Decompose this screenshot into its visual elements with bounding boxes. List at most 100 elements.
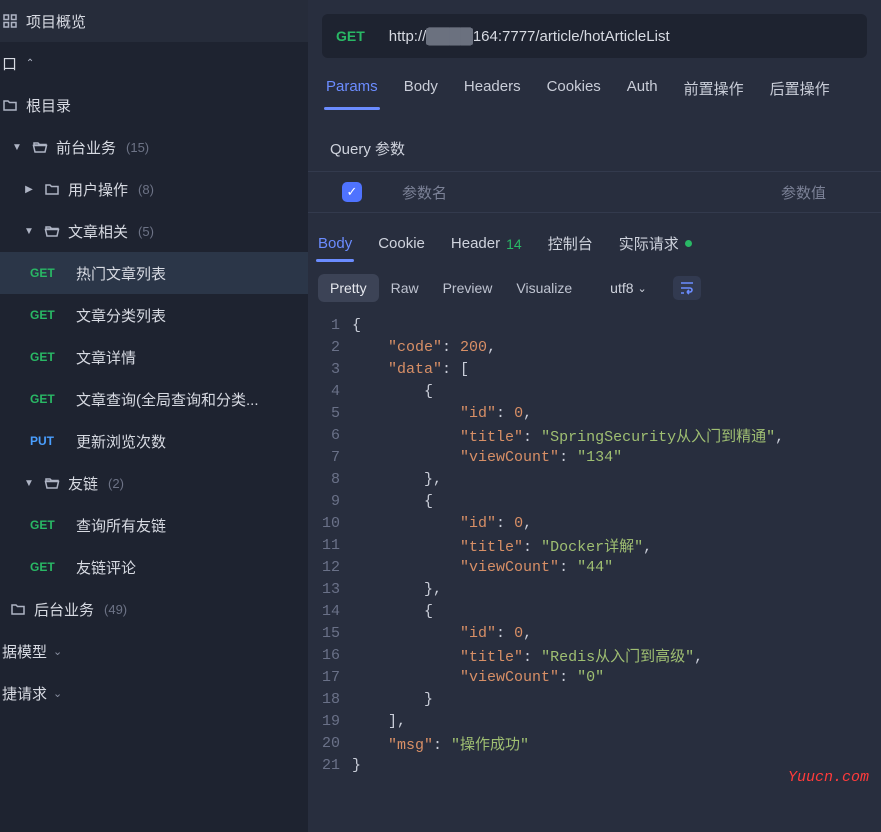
resp-tab-cookie[interactable]: Cookie [376, 229, 427, 260]
line-number: 12 [308, 559, 352, 576]
folder-icon [44, 181, 60, 197]
code-line: 11 "title": "Docker详解", [308, 534, 881, 556]
view-controls: Pretty Raw Preview Visualize utf8 ⌄ [308, 266, 881, 310]
main-panel: GET http://████164:7777/article/hotArtic… [308, 0, 881, 832]
api-item-article-query[interactable]: GET 文章查询(全局查询和分类... [0, 378, 308, 420]
sidebar-item-links[interactable]: 友链 (2) [0, 462, 308, 504]
line-number: 19 [308, 713, 352, 730]
code-content: }, [352, 471, 442, 488]
param-value-header[interactable]: 参数值 [781, 182, 881, 203]
sidebar-section-interface[interactable]: 口 ⌃ [0, 42, 308, 84]
request-method[interactable]: GET [336, 28, 365, 44]
sidebar-item-overview[interactable]: 项目概览 [0, 0, 308, 42]
code-line: 14 { [308, 600, 881, 622]
code-line: 5 "id": 0, [308, 402, 881, 424]
tab-cookies[interactable]: Cookies [545, 72, 603, 109]
sidebar-item-frontend[interactable]: 前台业务 (15) [0, 126, 308, 168]
line-number: 20 [308, 735, 352, 752]
resp-tab-header[interactable]: Header 14 [449, 229, 524, 260]
code-content: "id": 0, [352, 625, 532, 642]
folder-icon [10, 601, 26, 617]
sidebar-item-root[interactable]: 根目录 [0, 84, 308, 126]
chevron-down-icon[interactable]: ⌄ [53, 687, 62, 700]
sidebar-item-backend[interactable]: 后台业务 (49) [0, 588, 308, 630]
method-badge: GET [30, 350, 68, 364]
word-wrap-icon[interactable] [673, 276, 701, 300]
api-item-hot-article-list[interactable]: GET 热门文章列表 [0, 252, 308, 294]
request-url[interactable]: http://████164:7777/article/hotArticleLi… [389, 28, 670, 45]
view-raw[interactable]: Raw [379, 274, 431, 302]
tab-auth[interactable]: Auth [625, 72, 660, 109]
chevron-down-icon[interactable]: ⌄ [53, 645, 62, 658]
folder-open-icon [44, 475, 60, 491]
code-content: }, [352, 581, 442, 598]
code-line: 19 ], [308, 710, 881, 732]
resp-tab-console[interactable]: 控制台 [546, 227, 595, 262]
request-url-bar[interactable]: GET http://████164:7777/article/hotArtic… [322, 14, 867, 58]
code-line: 4 { [308, 380, 881, 402]
chevron-down-icon[interactable] [22, 226, 36, 237]
line-number: 16 [308, 647, 352, 664]
line-number: 9 [308, 493, 352, 510]
param-header-row: ✓ 参数名 参数值 [308, 171, 881, 213]
api-item-all-links[interactable]: GET 查询所有友链 [0, 504, 308, 546]
line-number: 13 [308, 581, 352, 598]
tab-headers[interactable]: Headers [462, 72, 523, 109]
line-number: 21 [308, 757, 352, 774]
request-tabs: Params Body Headers Cookies Auth 前置操作 后置… [322, 58, 867, 110]
code-line: 10 "id": 0, [308, 512, 881, 534]
folder-open-icon [44, 223, 60, 239]
code-content: "viewCount": "134" [352, 449, 622, 466]
api-item-update-views[interactable]: PUT 更新浏览次数 [0, 420, 308, 462]
overview-icon [2, 13, 18, 29]
param-name-header[interactable]: 参数名 [402, 182, 765, 203]
tab-body[interactable]: Body [402, 72, 440, 109]
chevron-down-icon[interactable] [22, 478, 36, 489]
line-number: 14 [308, 603, 352, 620]
code-line: 6 "title": "SpringSecurity从入门到精通", [308, 424, 881, 446]
view-preview[interactable]: Preview [431, 274, 505, 302]
api-item-article-detail[interactable]: GET 文章详情 [0, 336, 308, 378]
sidebar: 项目概览 口 ⌃ 根目录 前台业务 (15) 用户操作 (8) 文章相关 [0, 0, 308, 832]
method-badge: GET [30, 392, 68, 406]
tab-params[interactable]: Params [324, 72, 380, 109]
code-content: { [352, 603, 433, 620]
view-visualize[interactable]: Visualize [504, 274, 584, 302]
resp-tab-body[interactable]: Body [316, 229, 354, 260]
line-number: 5 [308, 405, 352, 422]
code-content: "code": 200, [352, 339, 496, 356]
api-item-article-category[interactable]: GET 文章分类列表 [0, 294, 308, 336]
sidebar-item-user-ops[interactable]: 用户操作 (8) [0, 168, 308, 210]
code-content: "id": 0, [352, 515, 532, 532]
code-line: 8 }, [308, 468, 881, 490]
code-content: ], [352, 713, 406, 730]
chevron-down-icon[interactable] [10, 142, 24, 153]
tab-pre-action[interactable]: 前置操作 [682, 72, 746, 109]
method-badge: GET [30, 266, 68, 280]
line-number: 6 [308, 427, 352, 444]
tab-post-action[interactable]: 后置操作 [768, 72, 832, 109]
code-content: "title": "SpringSecurity从入门到精通", [352, 425, 784, 446]
line-number: 1 [308, 317, 352, 334]
code-content: "title": "Docker详解", [352, 535, 652, 556]
response-body[interactable]: 1{2 "code": 200,3 "data": [4 {5 "id": 0,… [308, 310, 881, 832]
sidebar-item-article[interactable]: 文章相关 (5) [0, 210, 308, 252]
api-item-link-comments[interactable]: GET 友链评论 [0, 546, 308, 588]
view-pretty[interactable]: Pretty [318, 274, 379, 302]
method-badge: GET [30, 560, 68, 574]
code-content: } [352, 757, 361, 774]
code-line: 16 "title": "Redis从入门到高级", [308, 644, 881, 666]
line-number: 3 [308, 361, 352, 378]
code-content: "id": 0, [352, 405, 532, 422]
chevron-right-icon[interactable] [22, 184, 36, 195]
resp-tab-actual-request[interactable]: 实际请求 [617, 227, 694, 262]
chevron-up-icon[interactable]: ⌃ [23, 58, 37, 69]
sidebar-section-datamodel[interactable]: 据模型 ⌄ [0, 630, 308, 672]
overview-label: 项目概览 [26, 11, 86, 32]
line-number: 7 [308, 449, 352, 466]
sidebar-section-quickreq[interactable]: 捷请求 ⌄ [0, 672, 308, 714]
request-header: GET http://████164:7777/article/hotArtic… [308, 0, 881, 120]
param-checkbox[interactable]: ✓ [342, 182, 362, 202]
code-line: 7 "viewCount": "134" [308, 446, 881, 468]
encoding-select[interactable]: utf8 ⌄ [610, 280, 647, 296]
